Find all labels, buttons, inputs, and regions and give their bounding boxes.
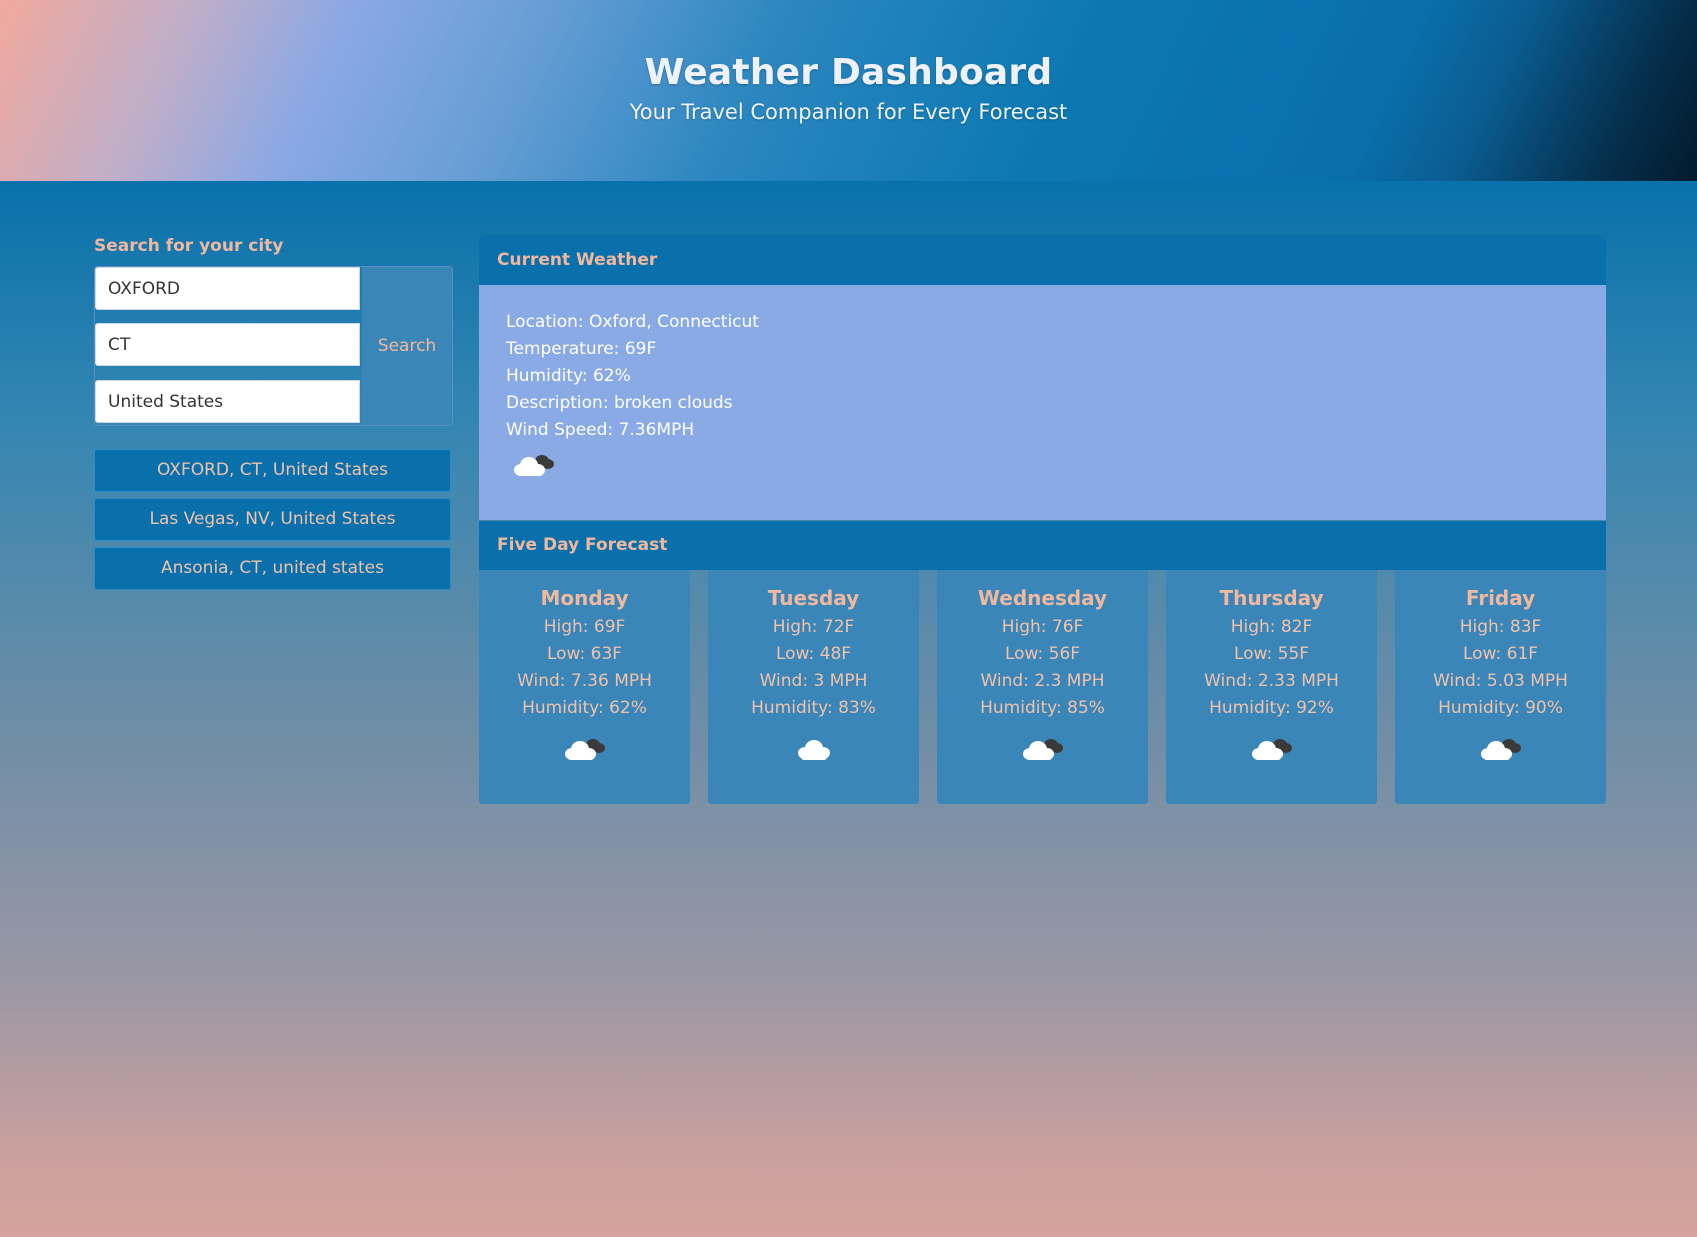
page-title: Weather Dashboard bbox=[644, 52, 1053, 93]
cloud-icon bbox=[797, 740, 830, 760]
forecast-wind: Wind: 2.33 MPH bbox=[1204, 671, 1339, 691]
broken-clouds-icon bbox=[1480, 739, 1521, 760]
country-input[interactable] bbox=[95, 380, 360, 423]
forecast-wind: Wind: 2.3 MPH bbox=[980, 671, 1105, 691]
forecast-high: High: 82F bbox=[1230, 617, 1313, 637]
forecast-humidity: Humidity: 83% bbox=[751, 698, 876, 718]
history-item[interactable]: Las Vegas, NV, United States bbox=[94, 498, 451, 541]
forecast-low: Low: 63F bbox=[546, 644, 623, 664]
forecast-humidity: Humidity: 85% bbox=[980, 698, 1105, 718]
current-weather-title: Current Weather bbox=[479, 235, 1606, 285]
forecast-wind: Wind: 5.03 MPH bbox=[1433, 671, 1568, 691]
forecast-card: Tuesday High: 72F Low: 48F Wind: 3 MPH H… bbox=[708, 570, 919, 804]
forecast-day-name: Thursday bbox=[1219, 586, 1324, 610]
forecast-humidity: Humidity: 92% bbox=[1209, 698, 1334, 718]
forecast-day-name: Tuesday bbox=[767, 586, 860, 610]
broken-clouds-icon bbox=[1251, 739, 1292, 760]
current-description: Description: broken clouds bbox=[506, 393, 733, 413]
forecast-high: High: 83F bbox=[1459, 617, 1542, 637]
history-item[interactable]: Ansonia, CT, united states bbox=[94, 547, 451, 590]
current-humidity: Humidity: 62% bbox=[506, 366, 631, 386]
forecast-day-name: Wednesday bbox=[977, 586, 1108, 610]
forecast-low: Low: 61F bbox=[1462, 644, 1539, 664]
search-sidebar: Search for your city Search OXFORD, CT, … bbox=[94, 236, 453, 596]
page-subtitle: Your Travel Companion for Every Forecast bbox=[629, 100, 1068, 124]
forecast-high: High: 76F bbox=[1001, 617, 1084, 637]
forecast-low: Low: 56F bbox=[1004, 644, 1081, 664]
current-location: Location: Oxford, Connecticut bbox=[506, 312, 759, 332]
city-input[interactable] bbox=[95, 267, 360, 310]
history-item[interactable]: OXFORD, CT, United States bbox=[94, 449, 451, 492]
forecast-high: High: 72F bbox=[772, 617, 855, 637]
forecast-low: Low: 55F bbox=[1233, 644, 1310, 664]
broken-clouds-icon bbox=[514, 455, 554, 476]
search-title: Search for your city bbox=[94, 236, 284, 256]
forecast-card: Thursday High: 82F Low: 55F Wind: 2.33 M… bbox=[1166, 570, 1377, 804]
forecast-humidity: Humidity: 62% bbox=[522, 698, 647, 718]
forecast-cards: Monday High: 69F Low: 63F Wind: 7.36 MPH… bbox=[479, 570, 1606, 804]
forecast-card: Friday High: 83F Low: 61F Wind: 5.03 MPH… bbox=[1395, 570, 1606, 804]
broken-clouds-icon bbox=[564, 739, 605, 760]
broken-clouds-icon bbox=[1022, 739, 1063, 760]
search-history: OXFORD, CT, United States Las Vegas, NV,… bbox=[94, 449, 452, 590]
forecast-humidity: Humidity: 90% bbox=[1438, 698, 1563, 718]
forecast-title: Five Day Forecast bbox=[479, 521, 1606, 570]
current-weather-body: Location: Oxford, Connecticut Temperatur… bbox=[479, 285, 1606, 489]
search-form: Search bbox=[94, 266, 453, 426]
forecast-card: Monday High: 69F Low: 63F Wind: 7.36 MPH… bbox=[479, 570, 690, 804]
page-header: Weather Dashboard Your Travel Companion … bbox=[0, 0, 1697, 181]
current-temperature: Temperature: 69F bbox=[506, 339, 657, 359]
forecast-day-name: Monday bbox=[540, 586, 629, 610]
current-weather-panel: Current Weather Location: Oxford, Connec… bbox=[479, 235, 1606, 520]
forecast-wind: Wind: 7.36 MPH bbox=[517, 671, 652, 691]
current-wind: Wind Speed: 7.36MPH bbox=[506, 420, 695, 440]
forecast-card: Wednesday High: 76F Low: 56F Wind: 2.3 M… bbox=[937, 570, 1148, 804]
state-input[interactable] bbox=[95, 323, 360, 366]
forecast-wind: Wind: 3 MPH bbox=[759, 671, 868, 691]
forecast-high: High: 69F bbox=[543, 617, 626, 637]
forecast-low: Low: 48F bbox=[775, 644, 852, 664]
forecast-day-name: Friday bbox=[1465, 586, 1536, 610]
search-button[interactable]: Search bbox=[362, 267, 452, 425]
